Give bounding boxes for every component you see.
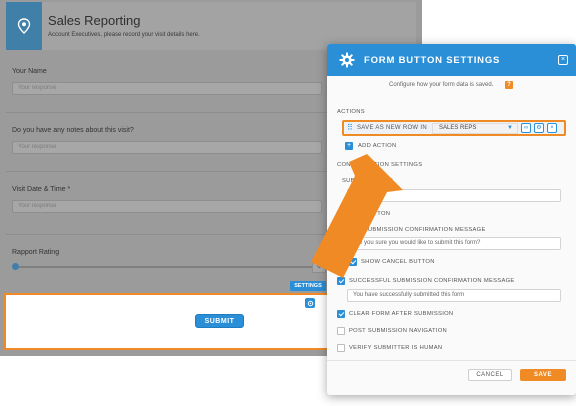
field-label-visit-date: Visit Date & Time * [12, 186, 71, 193]
rapport-slider-track[interactable] [15, 266, 315, 268]
chevron-down-icon: ▼ [507, 125, 513, 131]
clear-after-submit-checkbox[interactable] [337, 310, 345, 318]
close-icon[interactable]: × [547, 123, 557, 133]
modal-header: FORM BUTTON SETTINGS × [327, 44, 576, 76]
show-cancel-checkbox[interactable] [349, 258, 357, 266]
form-subtitle: Account Executives, please record your v… [48, 32, 200, 38]
verify-human-label: VERIFY SUBMITTER IS HUMAN [349, 345, 443, 351]
pre-confirm-label: PRE SUBMISSION CONFIRMATION MESSAGE [349, 227, 486, 233]
close-icon[interactable]: × [558, 55, 568, 65]
show-cancel-label: SHOW CANCEL BUTTON [361, 259, 435, 265]
success-message-input[interactable]: You have successfully submitted this for… [347, 289, 561, 302]
action-type-label: SAVE AS NEW ROW IN [357, 125, 427, 131]
form-header: Sales Reporting Account Executives, plea… [6, 2, 416, 50]
pre-confirm-checkbox[interactable] [337, 226, 345, 234]
pre-confirm-message-input[interactable]: Are you sure you would like to submit th… [347, 237, 561, 250]
plus-icon[interactable]: + [345, 142, 353, 150]
add-action-link[interactable]: ADD ACTION [358, 143, 396, 149]
clear-button-label: CLEAR BUTTON [342, 211, 391, 217]
sheet-select[interactable]: SALES REPS ▼ [432, 123, 518, 134]
clear-after-submit-label: CLEAR FORM AFTER SUBMISSION [349, 311, 454, 317]
sheet-select-value: SALES REPS [439, 125, 477, 131]
help-icon[interactable]: ? [505, 81, 513, 89]
submit-button-block[interactable] [4, 293, 330, 350]
form-button-settings-modal: FORM BUTTON SETTINGS × Configure how you… [327, 44, 576, 395]
gear-icon[interactable] [305, 298, 315, 308]
link-icon[interactable]: ∞ [521, 123, 531, 133]
notes-input[interactable]: Your response [12, 141, 322, 154]
gear-icon [339, 52, 355, 68]
modal-title: FORM BUTTON SETTINGS [364, 55, 501, 66]
cancel-button[interactable]: CANCEL [468, 369, 512, 381]
post-navigation-label: POST SUBMISSION NAVIGATION [349, 328, 447, 334]
rapport-slider-thumb[interactable] [12, 263, 19, 270]
configuration-heading: CONFIGURATION SETTINGS [337, 162, 423, 168]
submit-button-text-input[interactable]: Submit [347, 189, 561, 202]
name-input[interactable]: Your response [12, 82, 322, 95]
success-message-label: SUCCESSFUL SUBMISSION CONFIRMATION MESSA… [349, 278, 515, 284]
success-message-checkbox[interactable] [337, 277, 345, 285]
gear-icon[interactable]: ⚙ [534, 123, 544, 133]
form-title: Sales Reporting [48, 13, 141, 28]
post-navigation-checkbox[interactable] [337, 327, 345, 335]
footer-divider [327, 360, 576, 361]
field-label-rapport: Rapport Rating [12, 249, 60, 256]
field-label-notes: Do you have any notes about this visit? [12, 127, 134, 134]
action-row[interactable]: ⠿ SAVE AS NEW ROW IN SALES REPS ▼ ∞ ⚙ × [342, 120, 566, 136]
submit-button-label: SUBMIT BUTTON [342, 178, 394, 184]
modal-subtitle: Configure how your form data is saved. [389, 82, 494, 88]
actions-heading: ACTIONS [337, 109, 365, 115]
verify-human-checkbox[interactable] [337, 344, 345, 352]
settings-tab[interactable]: SETTINGS [290, 281, 326, 291]
visit-date-input[interactable]: Your response [12, 200, 322, 213]
submit-button[interactable]: SUBMIT [195, 314, 244, 328]
drag-handle-icon[interactable]: ⠿ [347, 124, 353, 132]
field-label-name: Your Name [12, 68, 47, 75]
location-pin-icon [6, 2, 42, 50]
screen: Sales Reporting Account Executives, plea… [0, 0, 576, 406]
save-button[interactable]: SAVE [520, 369, 566, 381]
rapport-slider-value: 0 [312, 261, 326, 273]
